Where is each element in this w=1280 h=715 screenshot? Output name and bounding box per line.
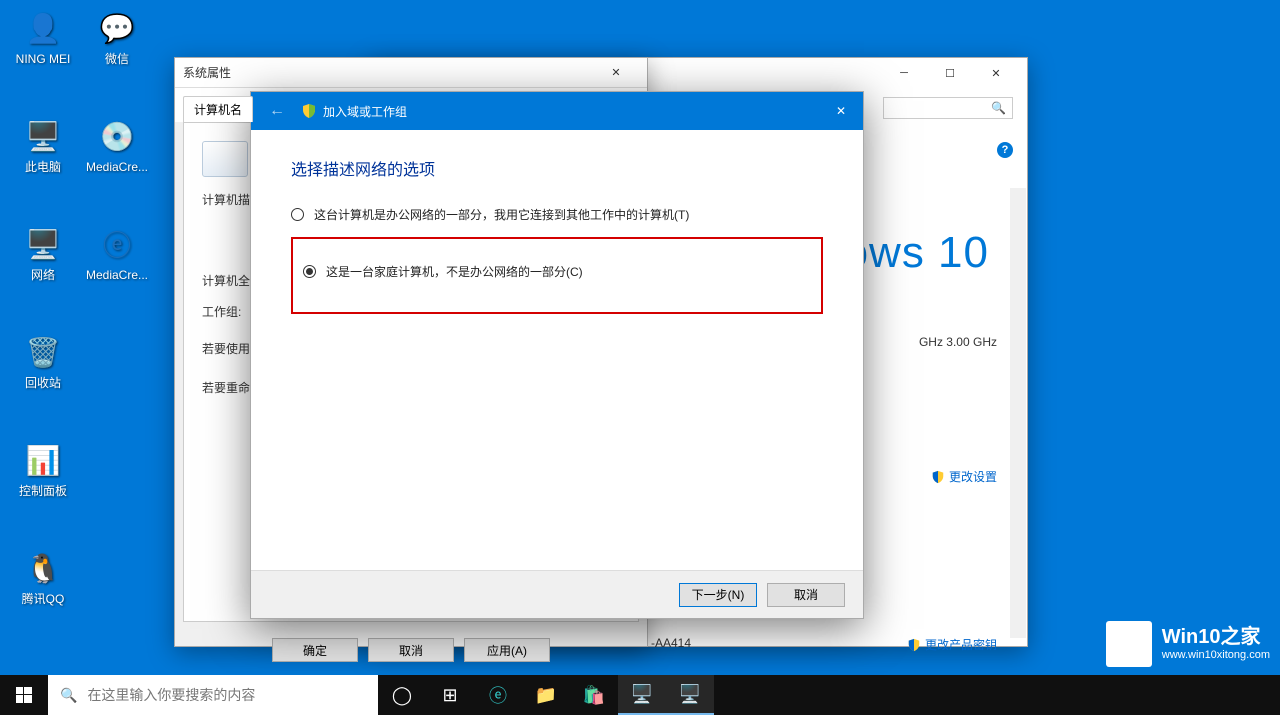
desktop-icon-label: 网络 bbox=[6, 268, 80, 282]
help-icon[interactable]: ? bbox=[997, 142, 1013, 158]
explorer-icon[interactable]: 📁 bbox=[522, 675, 570, 715]
props-titlebar[interactable]: 系统属性 ✕ bbox=[175, 58, 647, 88]
desktop-icon-thispc[interactable]: 🖥️ 此电脑 bbox=[6, 116, 80, 174]
search-input[interactable]: 🔍 bbox=[883, 97, 1013, 119]
close-button[interactable]: ✕ bbox=[819, 92, 863, 130]
controlpanel-icon: 📊 bbox=[23, 440, 63, 480]
dialog-buttons: 确定 取消 应用(A) bbox=[175, 630, 647, 674]
shield-icon bbox=[907, 638, 921, 652]
watermark: Win10之家 www.win10xitong.com bbox=[1106, 621, 1270, 667]
desktop-icon-label: 回收站 bbox=[6, 376, 80, 390]
desktop-icon-mediacreation2[interactable]: ⓔ MediaCre... bbox=[80, 224, 154, 282]
change-settings-link[interactable]: 更改设置 bbox=[931, 468, 997, 485]
desktop-icon-label: 腾讯QQ bbox=[6, 592, 80, 606]
maximize-button[interactable]: ☐ bbox=[927, 58, 973, 88]
close-button[interactable]: ✕ bbox=[593, 58, 639, 88]
watermark-logo-icon bbox=[1106, 621, 1152, 667]
minimize-button[interactable]: ─ bbox=[881, 58, 927, 88]
radio-icon bbox=[291, 208, 304, 221]
qq-icon: 🐧 bbox=[23, 548, 63, 588]
desktop-icon-label: MediaCre... bbox=[80, 160, 154, 174]
watermark-title: Win10之家 bbox=[1162, 625, 1270, 649]
cancel-button[interactable]: 取消 bbox=[767, 583, 845, 607]
desktop-icon-qq[interactable]: 🐧 腾讯QQ bbox=[6, 548, 80, 606]
desktop-icon-wechat[interactable]: 💬 微信 bbox=[80, 8, 154, 66]
wizard-header[interactable]: ← 加入域或工作组 ✕ bbox=[251, 92, 863, 130]
desktop-icon-label: 此电脑 bbox=[6, 160, 80, 174]
ok-button[interactable]: 确定 bbox=[272, 638, 358, 662]
edge-icon[interactable]: ⓔ bbox=[474, 675, 522, 715]
desktop-icon-recyclebin[interactable]: 🗑️ 回收站 bbox=[6, 332, 80, 390]
taskbar-app-system[interactable]: 🖥️ bbox=[666, 675, 714, 715]
wechat-icon: 💬 bbox=[97, 8, 137, 48]
store-icon[interactable]: 🛍️ bbox=[570, 675, 618, 715]
dialog-title: 系统属性 bbox=[183, 64, 231, 81]
wizard-body: 选择描述网络的选项 这台计算机是办公网络的一部分，我用它连接到其他工作中的计算机… bbox=[251, 130, 863, 340]
shield-icon bbox=[301, 103, 317, 119]
highlight-selection: 这是一台家庭计算机，不是办公网络的一部分(C) bbox=[291, 237, 823, 314]
link-text: 更改产品密钥 bbox=[925, 636, 997, 653]
apply-button[interactable]: 应用(A) bbox=[464, 638, 550, 662]
scrollbar[interactable] bbox=[1010, 188, 1026, 638]
change-product-key-link[interactable]: 更改产品密钥 bbox=[907, 636, 997, 653]
wizard-title: 加入域或工作组 bbox=[323, 103, 407, 120]
radio-icon bbox=[303, 265, 316, 278]
watermark-url: www.win10xitong.com bbox=[1162, 649, 1270, 662]
cancel-button[interactable]: 取消 bbox=[368, 638, 454, 662]
tab-computer-name[interactable]: 计算机名 bbox=[183, 96, 253, 122]
link-text: 更改设置 bbox=[949, 468, 997, 485]
back-button[interactable]: ← bbox=[263, 102, 291, 120]
desktop-icon-network[interactable]: 🖥️ 网络 bbox=[6, 224, 80, 282]
taskbar-app-controlpanel[interactable]: 🖥️ bbox=[618, 675, 666, 715]
product-id-tail: -AA414 bbox=[651, 636, 691, 650]
desktop-icon-controlpanel[interactable]: 📊 控制面板 bbox=[6, 440, 80, 498]
desktop-icon-mediacreation1[interactable]: 💿 MediaCre... bbox=[80, 116, 154, 174]
desktop-icon-label: NING MEI bbox=[6, 52, 80, 66]
wizard-heading: 选择描述网络的选项 bbox=[291, 156, 823, 180]
computer-icon bbox=[202, 141, 248, 177]
windows10-logo: ows 10 bbox=[844, 228, 989, 278]
network-icon: 🖥️ bbox=[23, 224, 63, 264]
search-icon: 🔍 bbox=[991, 101, 1006, 115]
wizard-footer: 下一步(N) 取消 bbox=[251, 570, 863, 618]
taskbar: 🔍 在这里输入你要搜索的内容 ◯ ⊞ ⓔ 📁 🛍️ 🖥️ 🖥️ bbox=[0, 675, 1280, 715]
shield-icon bbox=[931, 470, 945, 484]
start-button[interactable] bbox=[0, 675, 48, 715]
computer-icon: 🖥️ bbox=[23, 116, 63, 156]
desktop-icon-label: 微信 bbox=[80, 52, 154, 66]
desktop-icon-label: MediaCre... bbox=[80, 268, 154, 282]
radio-label: 这台计算机是办公网络的一部分，我用它连接到其他工作中的计算机(T) bbox=[314, 206, 689, 223]
radio-option-home[interactable]: 这是一台家庭计算机，不是办公网络的一部分(C) bbox=[303, 263, 811, 280]
close-button[interactable]: ✕ bbox=[973, 58, 1019, 88]
desktop-icon-label: 控制面板 bbox=[6, 484, 80, 498]
taskbar-search[interactable]: 🔍 在这里输入你要搜索的内容 bbox=[48, 675, 378, 715]
search-placeholder: 在这里输入你要搜索的内容 bbox=[87, 685, 255, 705]
ie-icon: ⓔ bbox=[97, 224, 137, 264]
next-button[interactable]: 下一步(N) bbox=[679, 583, 757, 607]
radio-label: 这是一台家庭计算机，不是办公网络的一部分(C) bbox=[326, 263, 583, 280]
trash-icon: 🗑️ bbox=[23, 332, 63, 372]
desktop-icon-user[interactable]: 👤 NING MEI bbox=[6, 8, 80, 66]
search-icon: 🔍 bbox=[60, 687, 77, 704]
cpu-info: GHz 3.00 GHz bbox=[919, 335, 997, 349]
field-label-workgroup: 工作组: bbox=[202, 303, 241, 320]
disc-icon: 💿 bbox=[97, 116, 137, 156]
taskview-icon[interactable]: ⊞ bbox=[426, 675, 474, 715]
join-domain-wizard: ← 加入域或工作组 ✕ 选择描述网络的选项 这台计算机是办公网络的一部分，我用它… bbox=[250, 91, 864, 619]
cortana-icon[interactable]: ◯ bbox=[378, 675, 426, 715]
user-icon: 👤 bbox=[23, 8, 63, 48]
radio-option-office[interactable]: 这台计算机是办公网络的一部分，我用它连接到其他工作中的计算机(T) bbox=[291, 206, 823, 223]
